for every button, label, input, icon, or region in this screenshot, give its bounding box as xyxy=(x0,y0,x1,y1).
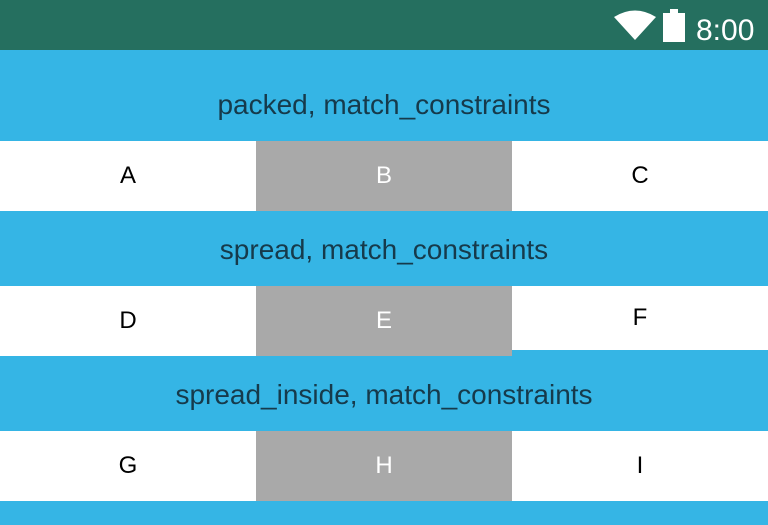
cell-a: A xyxy=(0,141,256,211)
status-bar: 8:00 xyxy=(0,0,768,50)
cell-e: E xyxy=(256,286,512,356)
section-title-packed: packed, match_constraints xyxy=(217,89,551,120)
cell-b: B xyxy=(256,141,512,211)
cell-h: H xyxy=(256,431,512,501)
status-time: 8:00 xyxy=(696,14,755,47)
section-title-spread: spread, match_constraints xyxy=(219,234,549,265)
section-title-spread-inside: spread_inside, match_constraints xyxy=(175,379,593,410)
wifi-icon xyxy=(614,10,656,40)
cell-c: C xyxy=(512,141,768,211)
cell-f: F xyxy=(512,286,768,350)
cell-i: I xyxy=(512,431,768,501)
cell-g: G xyxy=(0,431,256,501)
cell-d: D xyxy=(0,286,256,356)
battery-icon xyxy=(663,9,685,42)
